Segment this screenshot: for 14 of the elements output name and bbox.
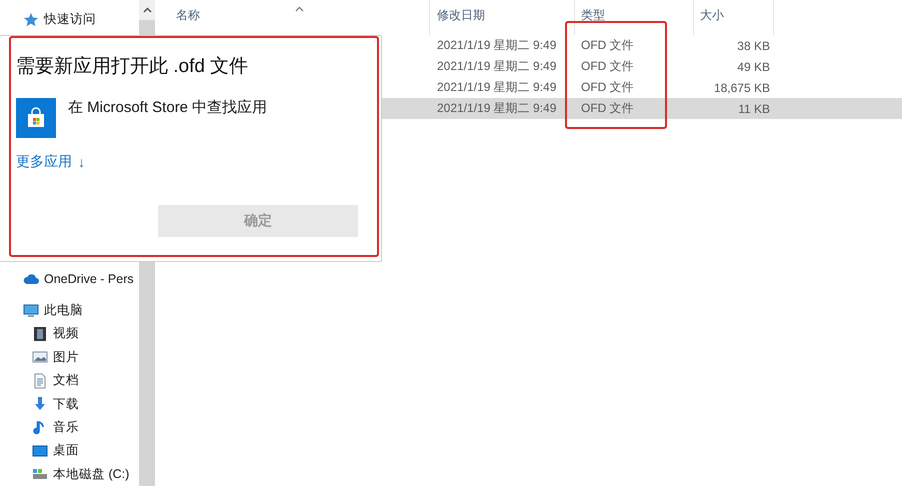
type-cell-text: OFD 文件 (580, 100, 635, 117)
date-cell-text: 2021/1/19 星期二 9:49 (436, 58, 558, 75)
size-cell-text: 18,675 KB (712, 80, 771, 94)
type-cell-text: OFD 文件 (580, 37, 635, 54)
type-cell-text: OFD 文件 (580, 58, 635, 75)
down-arrow-icon: ↓ (78, 154, 85, 170)
size-cell-text: 49 KB (736, 60, 771, 74)
size-cell-text: 38 KB (736, 38, 771, 52)
date-cell-text: 2021/1/19 星期二 9:49 (436, 100, 558, 117)
type-cell-text: OFD 文件 (580, 79, 635, 96)
size-cell-text: 11 KB (737, 102, 771, 116)
date-cell-text: 2021/1/19 星期二 9:49 (436, 79, 558, 96)
date-cell-text: 2021/1/19 星期二 9:49 (436, 37, 558, 54)
dialog-title: 需要新应用打开此 .ofd 文件 (16, 55, 250, 79)
